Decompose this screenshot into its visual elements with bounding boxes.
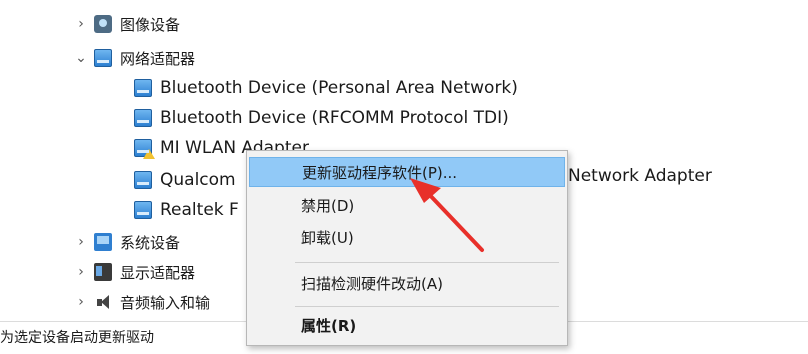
tree-item-bluetooth-pan[interactable]: Bluetooth Device (Personal Area Network): [134, 74, 518, 102]
network-adapter-icon: [134, 171, 152, 189]
tree-node-label: 系统设备: [120, 233, 181, 252]
status-text: 为选定设备启动更新驱动: [0, 330, 154, 346]
tree-node-audio[interactable]: › 音频输入和输: [74, 288, 210, 316]
tree-node-label: 显示适配器: [120, 263, 196, 282]
chevron-right-icon[interactable]: ›: [74, 264, 88, 280]
network-adapter-icon: [134, 201, 152, 219]
tree-item-label: Qualcom: [160, 170, 236, 190]
chevron-right-icon[interactable]: ›: [74, 234, 88, 250]
tree-item-label: Bluetooth Device (RFCOMM Protocol TDI): [160, 108, 509, 128]
tree-node-image-devices[interactable]: › 图像设备: [74, 10, 180, 38]
network-adapter-warning-icon: [134, 139, 155, 159]
tree-node-network-adapters[interactable]: ⌄ 网络适配器: [74, 44, 195, 72]
tree-item-qualcomm-tail: Network Adapter: [568, 166, 712, 186]
tree-item-qualcomm[interactable]: Qualcom: [134, 166, 236, 194]
network-adapter-icon: [134, 79, 152, 97]
chevron-right-icon[interactable]: ›: [74, 16, 88, 32]
speaker-icon: [94, 293, 112, 311]
tree-item-bluetooth-rfcomm[interactable]: Bluetooth Device (RFCOMM Protocol TDI): [134, 104, 509, 132]
menu-item-scan-hardware[interactable]: 扫描检测硬件改动(A): [249, 269, 565, 299]
menu-item-properties[interactable]: 属性(R): [249, 311, 565, 341]
network-adapter-icon: [94, 49, 112, 67]
menu-separator: [295, 306, 559, 307]
system-device-icon: [94, 233, 112, 251]
chevron-right-icon[interactable]: ›: [74, 294, 88, 310]
context-menu: 更新驱动程序软件(P)... 禁用(D) 卸载(U) 扫描检测硬件改动(A) 属…: [246, 150, 568, 346]
tree-node-display-adapters[interactable]: › 显示适配器: [74, 258, 195, 286]
tree-item-label: Bluetooth Device (Personal Area Network): [160, 78, 518, 98]
menu-separator: [295, 262, 559, 263]
chevron-down-icon[interactable]: ⌄: [74, 50, 88, 66]
menu-item-uninstall[interactable]: 卸载(U): [249, 223, 565, 253]
menu-item-update-driver[interactable]: 更新驱动程序软件(P)...: [249, 157, 565, 187]
network-adapter-icon: [134, 109, 152, 127]
tree-item-label: Realtek F: [160, 200, 239, 220]
tree-node-system-devices[interactable]: › 系统设备: [74, 228, 180, 256]
tree-item-realtek[interactable]: Realtek F: [134, 196, 239, 224]
display-adapter-icon: [94, 263, 112, 281]
tree-node-label: 图像设备: [120, 15, 181, 34]
menu-item-disable[interactable]: 禁用(D): [249, 191, 565, 221]
camera-icon: [94, 15, 112, 33]
tree-node-label: 网络适配器: [120, 49, 196, 68]
tree-node-label: 音频输入和输: [120, 293, 211, 312]
